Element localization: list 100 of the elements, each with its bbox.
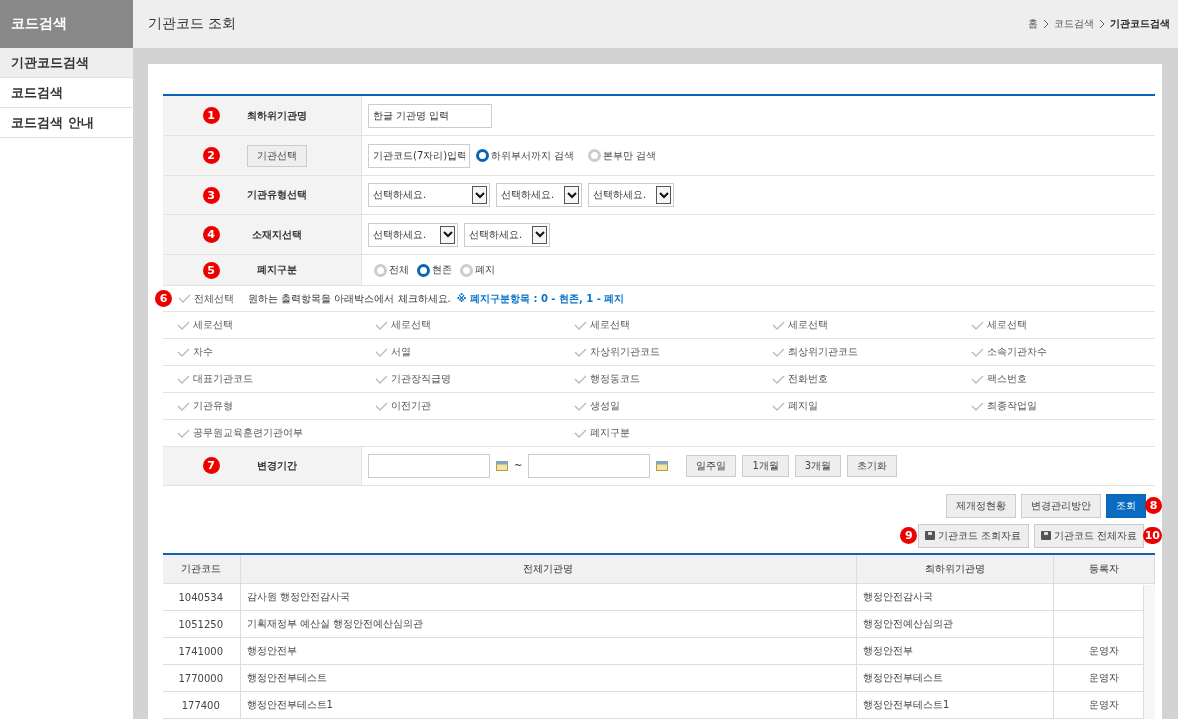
table-cell: 1741000 bbox=[178, 645, 223, 657]
field-label: 최하위기관명 bbox=[245, 108, 308, 123]
period-button[interactable]: 1개월 bbox=[742, 454, 789, 477]
period-button[interactable]: 초기화 bbox=[847, 454, 898, 477]
step-number: 4 bbox=[202, 226, 220, 243]
dropdown-field[interactable]: 선택하세요. bbox=[496, 183, 582, 207]
table-cell: 1770000 bbox=[178, 672, 223, 684]
step-number: 1 bbox=[202, 107, 220, 124]
breadcrumb-link[interactable]: 코드검색 bbox=[1054, 17, 1094, 31]
download-icon bbox=[925, 531, 936, 540]
caret-icon bbox=[442, 231, 453, 238]
org-code-field[interactable]: 기관코드(7자리)입력 bbox=[368, 143, 470, 168]
radio-option[interactable]: 본부만 검색 bbox=[588, 148, 657, 163]
org-select-button[interactable]: 기관선택 bbox=[246, 144, 307, 167]
table-cell: 행정안전부테스트 bbox=[863, 672, 943, 683]
column-checkbox[interactable]: 공무원교육훈련기관여부 bbox=[177, 426, 303, 440]
caret-icon bbox=[474, 191, 485, 199]
column-checkbox[interactable]: 최상위기관코드 bbox=[772, 345, 859, 359]
calendar-icon[interactable] bbox=[496, 460, 508, 472]
table-cell: 1040534 bbox=[178, 591, 223, 603]
column-checkbox[interactable]: 폐지일 bbox=[772, 399, 819, 413]
field-label: 소재지선택 bbox=[250, 227, 303, 242]
period-button[interactable]: 3개월 bbox=[794, 454, 842, 477]
column-checkbox[interactable]: 차수 bbox=[177, 345, 213, 359]
column-checkbox[interactable]: 차상위기관코드 bbox=[573, 345, 660, 359]
download-icon bbox=[1040, 531, 1051, 540]
column-checkbox[interactable]: 행정동코드 bbox=[573, 372, 640, 386]
table-cell: 행정안전부테스트1 bbox=[246, 699, 333, 710]
caret-icon bbox=[658, 191, 669, 199]
column-checkbox[interactable]: 기관장직급명 bbox=[375, 372, 452, 386]
download-button[interactable]: 기관코드 전체자료 bbox=[1033, 523, 1144, 548]
step-number: 5 bbox=[202, 261, 220, 279]
step-number: 6 bbox=[155, 290, 172, 307]
dropdown-field[interactable]: 선택하세요. bbox=[588, 183, 674, 207]
breadcrumb-link[interactable]: 기관코드검색 bbox=[1110, 17, 1170, 31]
table-cell: 행정안전부 bbox=[863, 645, 913, 656]
step-number: 2 bbox=[202, 147, 220, 164]
breadcrumb-link[interactable]: 홈 bbox=[1028, 17, 1038, 31]
chevron-icon bbox=[1043, 19, 1049, 29]
radio-option[interactable]: 폐지 bbox=[460, 263, 495, 277]
table-cell: 행정안전부테스트1 bbox=[863, 699, 950, 710]
action-button[interactable]: 변경관리방안 bbox=[1021, 493, 1101, 518]
column-header: 최하위기관명 bbox=[856, 553, 1054, 584]
table-cell: 감사원 행정안전감사국 bbox=[246, 591, 350, 602]
column-checkbox[interactable]: 대표기관코드 bbox=[177, 372, 253, 386]
step-number: 7 bbox=[202, 457, 220, 475]
column-checkbox[interactable]: 폐지구분 bbox=[573, 426, 630, 440]
table-cell: 177400 bbox=[181, 699, 220, 711]
table-cell: 행정안전예산심의관 bbox=[863, 618, 953, 629]
radio-option[interactable]: 현존 bbox=[417, 263, 452, 277]
sidebar-item[interactable]: 기관코드검색 bbox=[0, 48, 133, 78]
column-checkbox[interactable]: 생성일 bbox=[573, 399, 620, 413]
column-checkbox[interactable]: 세로선택 bbox=[573, 318, 630, 332]
column-checkbox[interactable]: 전화번호 bbox=[772, 372, 829, 386]
step-number: 9 bbox=[900, 527, 918, 544]
dropdown-field[interactable]: 선택하세요. bbox=[464, 222, 550, 247]
field-label: 폐지구분 bbox=[255, 263, 298, 277]
radio-option[interactable]: 전체 bbox=[374, 263, 409, 277]
table-cell: 운영자 bbox=[1088, 645, 1119, 656]
column-header: 전체기관명 bbox=[240, 553, 857, 584]
page-title: 기관코드 조회 bbox=[148, 15, 237, 33]
search-button[interactable]: 조회 bbox=[1106, 493, 1146, 518]
table-cell: 행정안전부 bbox=[246, 645, 297, 656]
column-checkbox[interactable]: 기관유형 bbox=[177, 399, 233, 413]
column-checkbox[interactable]: 소속기관차수 bbox=[970, 345, 1047, 359]
download-button[interactable]: 기관코드 조회자료 bbox=[918, 523, 1029, 548]
radio-option[interactable]: 하위부서까지 검색 bbox=[476, 148, 575, 163]
table-cell: 행정안전감사국 bbox=[863, 591, 933, 602]
column-checkbox[interactable]: 이전기관 bbox=[375, 399, 432, 413]
column-checkbox[interactable]: 최종작업일 bbox=[970, 399, 1037, 413]
field-label: 변경기간 bbox=[255, 458, 298, 473]
table-cell: 운영자 bbox=[1088, 672, 1119, 683]
column-checkbox[interactable]: 팩스번호 bbox=[970, 372, 1027, 386]
start-date-field[interactable] bbox=[368, 453, 490, 478]
step-number: 3 bbox=[202, 186, 220, 204]
column-checkbox[interactable]: 세로선택 bbox=[375, 318, 432, 332]
column-checkbox[interactable]: 세로선택 bbox=[177, 318, 233, 332]
column-header: 기관코드 bbox=[163, 553, 240, 584]
dropdown-field[interactable]: 선택하세요. bbox=[368, 222, 458, 247]
column-checkbox[interactable]: 세로선택 bbox=[970, 318, 1027, 332]
calendar-icon[interactable] bbox=[656, 460, 669, 472]
table-cell: 기획재정부 예산실 행정안전예산심의관 bbox=[246, 618, 423, 629]
chevron-icon bbox=[1099, 19, 1105, 29]
step-number: 8 bbox=[1145, 497, 1162, 514]
table-cell: 운영자 bbox=[1088, 699, 1119, 710]
action-button[interactable]: 제개정현황 bbox=[946, 493, 1016, 518]
end-date-field[interactable] bbox=[528, 453, 651, 478]
caret-icon bbox=[566, 191, 577, 199]
column-checkbox[interactable]: 세로선택 bbox=[772, 318, 829, 332]
column-header: 등록자 bbox=[1053, 553, 1155, 584]
dropdown-field[interactable]: 선택하세요. bbox=[368, 183, 490, 207]
field-label: 기관유형선택 bbox=[245, 188, 308, 202]
column-checkbox[interactable]: 서열 bbox=[375, 345, 412, 359]
note-text: ※ 폐지구분항목 : 0 - 현존, 1 - 폐지 bbox=[456, 291, 625, 306]
select-all-checkbox[interactable]: 전체선택 bbox=[178, 291, 234, 306]
org-name-field[interactable]: 한글 기관명 입력 bbox=[368, 103, 492, 128]
period-button[interactable]: 일주일 bbox=[686, 454, 737, 477]
sidebar-title: 코드검색 bbox=[0, 0, 133, 48]
caret-icon bbox=[534, 231, 545, 238]
scrollbar[interactable] bbox=[1143, 584, 1155, 719]
